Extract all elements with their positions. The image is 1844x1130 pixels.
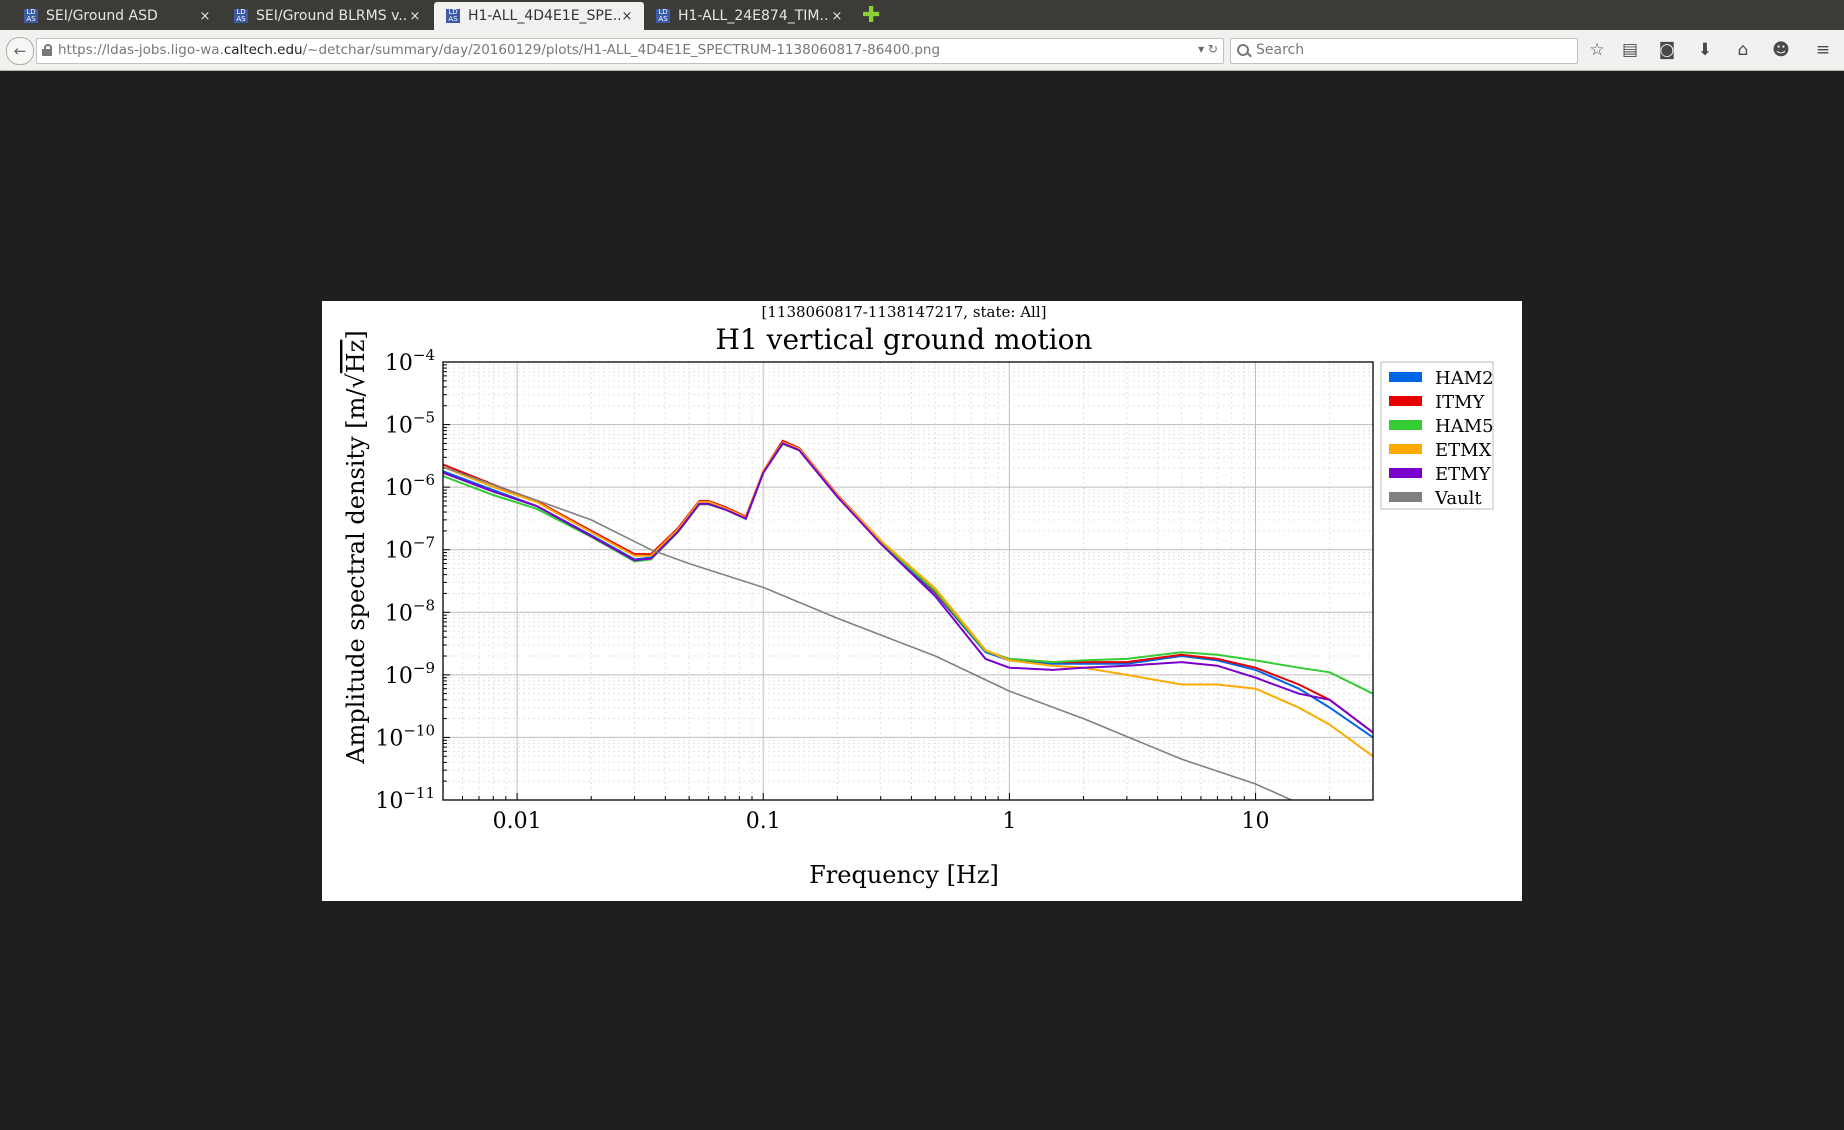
x-tick-label: 0.1 [746,809,781,834]
y-tick-label: 10−4 [385,346,435,376]
legend-swatch-ham2 [1389,372,1422,382]
legend-swatch-vault [1389,492,1422,502]
legend-label-vault: Vault [1434,488,1482,509]
chat-icon[interactable]: ☻ [1771,40,1791,60]
url-dropdown-reload-icons[interactable]: ▾ ↻ [1198,42,1218,56]
chart-title: H1 vertical ground motion [716,323,1093,356]
back-button[interactable]: ← [6,37,34,65]
spectrum-chart: [1138060817-1138147217, state: All] H1 v… [342,303,1494,889]
ldas-favicon-icon: LD AS [446,9,460,23]
search-icon [1237,44,1249,56]
close-tab-icon[interactable]: × [408,9,422,24]
menu-icon[interactable]: ≡ [1813,40,1833,60]
tab-title: SEI/Ground ASD [46,8,158,24]
series-lines [442,439,1374,801]
legend-swatch-etmy [1389,468,1422,478]
tab-bar: LD AS SEI/Ground ASD × LD AS SEI/Ground … [0,0,1844,30]
reading-list-icon[interactable]: ▤ [1620,40,1640,60]
new-tab-button[interactable]: ✚ [862,3,880,29]
tick-labels: 0.01 0.1 1 10 10−4 10−5 10−6 10−7 10−8 10−9 10−10 1… [375,346,1269,834]
close-tab-icon[interactable]: × [620,9,634,24]
legend-swatch-ham5 [1389,420,1422,430]
grid [442,362,1374,801]
bookmark-star-icon[interactable]: ☆ [1587,40,1607,60]
ldas-favicon-icon: LD AS [24,9,38,23]
legend-swatch-etmx [1389,444,1422,454]
search-input[interactable]: Search [1230,38,1578,64]
legend-label-etmx: ETMX [1435,440,1492,461]
y-tick-label: 10−11 [375,784,435,814]
ldas-favicon-icon: LD AS [656,9,670,23]
tab-spectrum-active[interactable]: LD AS H1-ALL_4D4E1E_SPE... × [434,2,644,30]
y-tick-label: 10−8 [385,596,435,626]
series-line-etmx [442,441,1374,758]
y-tick-label: 10−10 [375,721,435,751]
close-tab-icon[interactable]: × [830,9,844,24]
y-tick-label: 10−7 [385,534,435,564]
plot-image: [1138060817-1138147217, state: All] H1 v… [322,301,1522,901]
search-placeholder: Search [1256,42,1305,58]
navigation-bar: ← https://ldas-jobs.ligo-wa.caltech.edu/… [0,30,1844,71]
y-tick-label: 10−9 [385,659,435,689]
x-tick-label: 0.01 [493,809,542,834]
tab-title: SEI/Ground BLRMS v... [256,8,408,24]
tab-title: H1-ALL_24E874_TIM... [678,8,830,24]
x-tick-label: 1 [1002,809,1016,834]
legend-label-ham2: HAM2 [1435,368,1494,389]
url-bar[interactable]: https://ldas-jobs.ligo-wa.caltech.edu/~d… [36,38,1224,64]
pocket-icon[interactable]: ◙ [1657,40,1677,60]
url-text[interactable]: https://ldas-jobs.ligo-wa.caltech.edu/~d… [58,42,940,58]
x-axis-label: Frequency [Hz] [809,861,999,889]
download-icon[interactable]: ⬇ [1695,40,1715,60]
y-tick-label: 10−5 [385,409,435,439]
y-tick-label: 10−6 [385,471,435,501]
legend-label-etmy: ETMY [1435,464,1492,485]
series-line-vault [442,466,1292,801]
legend: HAM2 ITMY HAM5 ETMX ETMY Vault [1380,361,1494,510]
home-icon[interactable]: ⌂ [1733,40,1753,60]
lock-icon[interactable] [42,44,52,56]
y-axis-label: Amplitude spectral density [m/√Hz] [342,330,370,764]
tab-timeseries[interactable]: LD AS H1-ALL_24E874_TIM... × [644,2,854,30]
x-tick-label: 10 [1242,809,1270,834]
chart-subtitle: [1138060817-1138147217, state: All] [762,303,1047,321]
tab-sei-ground-blrms[interactable]: LD AS SEI/Ground BLRMS v... × [210,2,432,30]
legend-label-itmy: ITMY [1435,392,1486,413]
tab-title: H1-ALL_4D4E1E_SPE... [468,8,620,24]
legend-label-ham5: HAM5 [1435,416,1494,437]
legend-swatch-itmy [1389,396,1422,406]
ldas-favicon-icon: LD AS [234,9,248,23]
tab-sei-ground-asd[interactable]: LD AS SEI/Ground ASD × [0,2,222,30]
svg-text:Amplitude spectral density [m/: Amplitude spectral density [m/√Hz] [342,330,370,764]
